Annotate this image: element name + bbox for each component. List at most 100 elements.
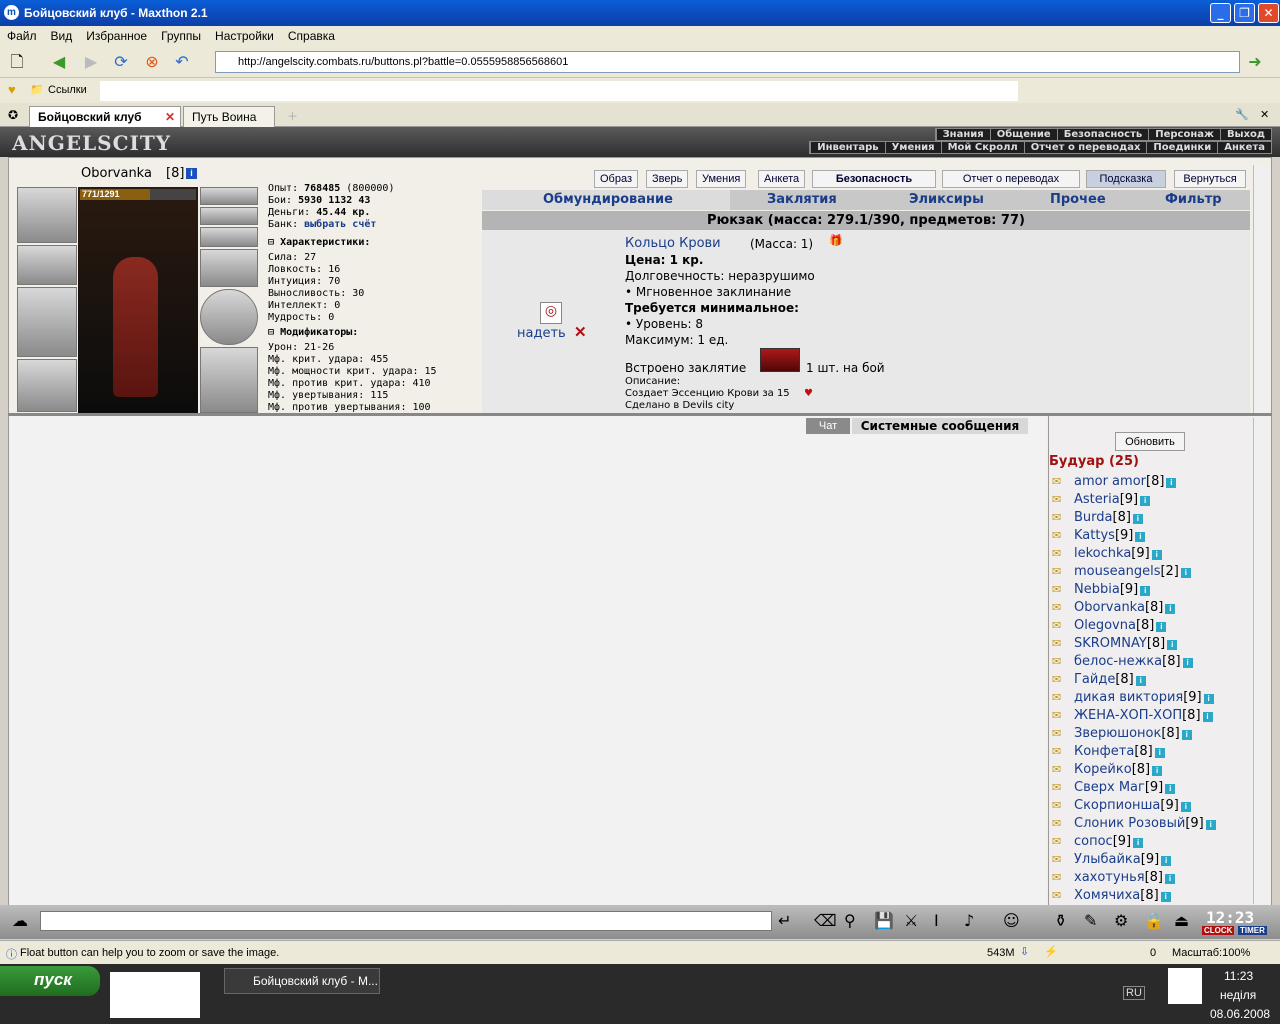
private-msg-icon[interactable]: ✉ [1052,835,1074,848]
user-name[interactable]: Зверюшонок [1074,726,1161,741]
private-msg-icon[interactable]: ✉ [1052,673,1074,686]
user-row[interactable]: ✉ Сверх Маг[9] i [1052,780,1176,797]
user-name[interactable]: Корейко [1074,762,1132,777]
user-name[interactable]: Nebbia [1074,582,1120,597]
user-row[interactable]: ✉ белос-нежка[8] i [1052,654,1193,671]
favorites-heart-icon[interactable]: ♥ [8,82,16,97]
return-button[interactable]: Вернуться [1174,170,1246,188]
user-row[interactable]: ✉ Зверюшонок[8] i [1052,726,1192,743]
user-info-icon[interactable]: i [1132,514,1143,524]
close-button[interactable]: ✕ [1258,3,1279,23]
scroll-icon[interactable]: ✎ [1084,911,1097,930]
user-name[interactable]: Скорпионша [1074,798,1160,813]
user-row[interactable]: ✉ Корейко[8] i [1052,762,1163,779]
chat-mode-icon[interactable]: ☁ [12,911,28,930]
collapse-icon[interactable]: ⊟ [268,237,274,248]
go-icon[interactable]: ➜ [1244,52,1266,72]
user-row[interactable]: ✉ Хомячиха[8] i [1052,888,1171,905]
tab-chat[interactable]: Чат [806,418,850,434]
menu-file[interactable]: Файл [0,26,44,46]
nav-inventory[interactable]: Инвентарь [810,142,884,153]
user-name[interactable]: SKROMNAY [1074,636,1147,651]
item-name[interactable]: Кольцо Крови [625,236,721,251]
skills-button[interactable]: Умения [696,170,747,188]
private-msg-icon[interactable]: ✉ [1052,511,1074,524]
user-row[interactable]: ✉ Скорпионша[9] i [1052,798,1191,815]
private-msg-icon[interactable]: ✉ [1052,583,1074,596]
user-name[interactable]: Oborvanka [1074,600,1145,615]
stop-icon[interactable]: ⊗ [141,52,163,72]
private-msg-icon[interactable]: ✉ [1052,745,1074,758]
user-name[interactable]: хахотунья [1074,870,1145,885]
nav-knowledge[interactable]: Знания [935,129,990,140]
menu-view[interactable]: Вид [44,26,80,46]
private-msg-icon[interactable]: ✉ [1052,637,1074,650]
user-name[interactable]: ЖЕНА-ХОП-ХОП [1074,708,1182,723]
drop-icon[interactable]: ✕ [574,323,587,341]
nav-communication[interactable]: Общение [989,129,1057,140]
bag-icon[interactable]: ⚱ [1054,911,1067,930]
star-icon[interactable]: ✪ [8,108,18,122]
tab-equipment[interactable]: Обмундирование [543,192,673,207]
tab-system-messages[interactable]: Системные сообщения [852,418,1028,434]
private-msg-icon[interactable]: ✉ [1052,799,1074,812]
smiley-icon[interactable]: ☺ [1003,911,1020,930]
translit-icon[interactable]: Ⅰ [934,911,939,930]
shield-slot[interactable] [200,289,258,345]
maximize-button[interactable]: ❐ [1234,3,1255,23]
weapon-slot[interactable] [17,287,77,357]
user-info-icon[interactable]: i [1165,604,1176,614]
user-name[interactable]: lekochka [1074,546,1131,561]
private-msg-icon[interactable]: ✉ [1052,727,1074,740]
nav-character[interactable]: Персонаж [1148,129,1220,140]
private-msg-icon[interactable]: ✉ [1052,871,1074,884]
user-row[interactable]: ✉ Asteria[9] i [1052,492,1151,509]
user-name[interactable]: дикая виктория [1074,690,1183,705]
user-info-icon[interactable]: i [1151,550,1162,560]
private-msg-icon[interactable]: ✉ [1052,619,1074,632]
private-msg-icon[interactable]: ✉ [1052,889,1074,902]
boots-slot[interactable] [200,347,258,413]
back-icon[interactable]: ◀ [48,52,70,72]
tab-other[interactable]: Прочее [1050,192,1106,207]
user-name[interactable]: Хомячиха [1074,888,1140,903]
user-info-icon[interactable]: i [1154,748,1165,758]
users-scrollbar[interactable] [1253,418,1269,904]
user-row[interactable]: ✉ Kattys[9] i [1052,528,1146,545]
user-name[interactable]: белос-нежка [1074,654,1162,669]
lock-icon[interactable]: 🔒 [1144,911,1164,930]
user-row[interactable]: ✉ amor amor[8] i [1052,474,1177,491]
user-name[interactable]: Слоник Розовый [1074,816,1185,831]
user-name[interactable]: Olegovna [1074,618,1136,633]
save-icon[interactable]: 💾 [874,911,894,930]
user-info-icon[interactable]: i [1181,730,1192,740]
nav-skills[interactable]: Умения [884,142,941,153]
pet-button[interactable]: Зверь [646,170,689,188]
user-info-icon[interactable]: i [1165,784,1176,794]
refresh-icon[interactable]: ⟳ [110,52,132,72]
settings-icon[interactable]: ⚙ [1114,911,1128,930]
user-info-icon[interactable]: i [1160,892,1171,902]
user-row[interactable]: ✉ Гайде[8] i [1052,672,1146,689]
user-row[interactable]: ✉ Слоник Розовый[9] i [1052,816,1216,833]
nav-profile[interactable]: Анкета [1217,142,1271,153]
add-tab-icon[interactable]: ＋ [287,108,298,124]
user-name[interactable]: amor amor [1074,474,1146,489]
minimize-button[interactable]: _ [1210,3,1231,23]
private-msg-icon[interactable]: ✉ [1052,475,1074,488]
menu-settings[interactable]: Настройки [208,26,281,46]
user-name[interactable]: Kattys [1074,528,1115,543]
user-row[interactable]: ✉ ЖЕНА-ХОП-ХОП[8] i [1052,708,1213,725]
armor-slot[interactable] [17,359,77,412]
security-button[interactable]: Безопасность [812,170,936,188]
helmet-slot[interactable] [17,187,77,243]
amulet-slot[interactable] [200,187,258,205]
tab-filter[interactable]: Фильтр [1165,192,1222,207]
user-info-icon[interactable]: i [1180,802,1191,812]
user-name[interactable]: Улыбайка [1074,852,1141,867]
address-input[interactable]: http://angelscity.combats.ru/buttons.pl?… [215,51,1240,73]
inventory-scrollbar[interactable] [1253,165,1269,413]
user-info-icon[interactable]: i [1203,694,1214,704]
user-row[interactable]: ✉ сопос[9] i [1052,834,1144,851]
eraser-icon[interactable]: ⌫ [814,911,837,930]
